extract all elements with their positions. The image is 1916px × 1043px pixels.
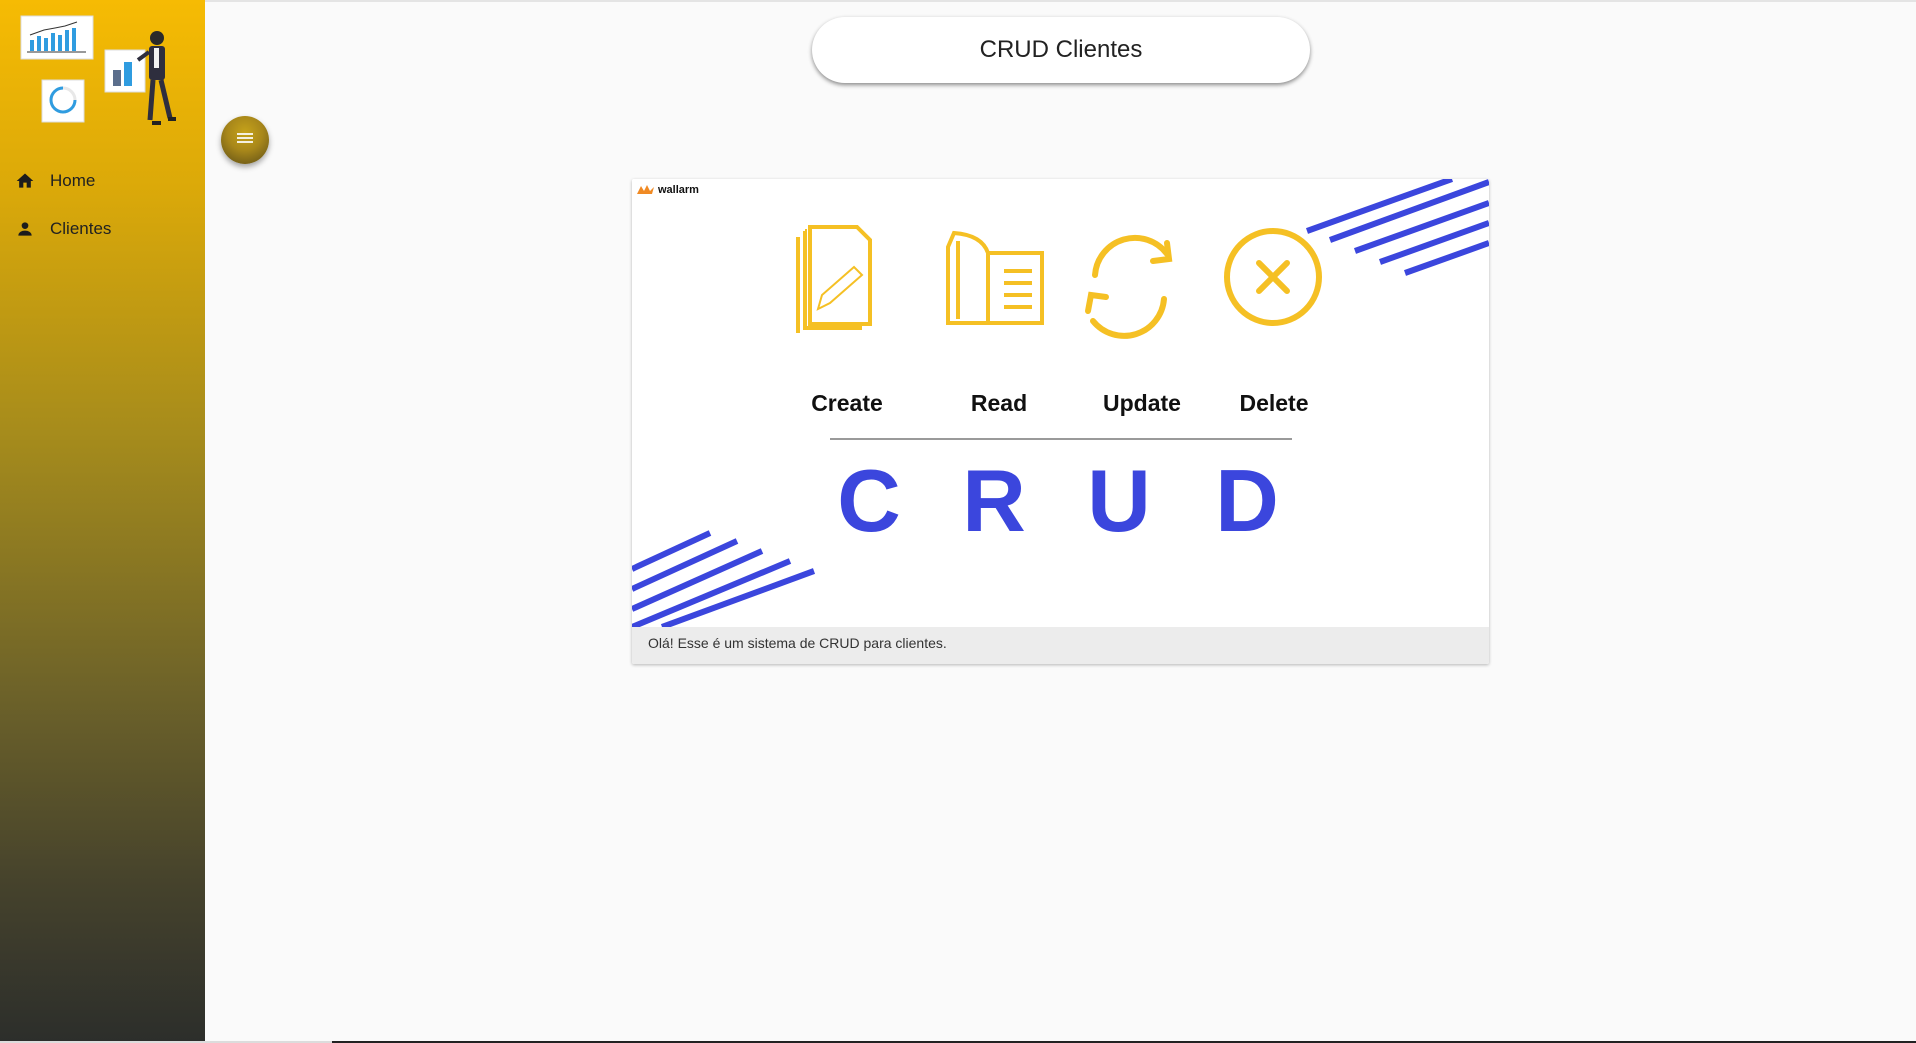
crud-banner-image: wallarm Create Read Update Delete C R U … — [632, 179, 1489, 627]
decorative-stripes-top — [1305, 179, 1489, 276]
sidebar-item-home[interactable]: Home — [14, 166, 95, 196]
brand-name: wallarm — [657, 184, 699, 196]
card-caption: Olá! Esse é um sistema de CRUD para clie… — [632, 627, 1489, 664]
top-border — [0, 0, 1916, 2]
operation-read-label: Read — [971, 390, 1027, 416]
menu-toggle-button[interactable] — [221, 116, 269, 164]
page-title: CRUD Clientes — [812, 17, 1310, 83]
crud-letter-d: D — [1215, 451, 1279, 550]
operation-update-label: Update — [1103, 390, 1181, 416]
sidebar-item-label: Home — [50, 171, 96, 190]
sidebar-illustration — [20, 15, 176, 125]
person-icon — [14, 218, 36, 240]
operation-create-label: Create — [811, 390, 883, 416]
sidebar-item-label: Clientes — [50, 219, 112, 238]
refresh-icon — [1085, 234, 1173, 339]
sidebar: Home Clientes — [0, 0, 205, 1043]
document-pen-icon — [796, 225, 872, 333]
crud-letter-c: C — [837, 451, 901, 550]
sidebar-item-clientes[interactable]: Clientes — [14, 214, 111, 244]
operation-delete-label: Delete — [1239, 390, 1308, 416]
open-book-icon — [946, 230, 1044, 325]
menu-icon — [235, 130, 255, 151]
wallarm-logo-icon — [637, 185, 654, 194]
delete-circle-icon — [1224, 228, 1322, 326]
crud-letter-u: U — [1087, 451, 1151, 550]
crud-letter-r: R — [962, 451, 1026, 550]
decorative-stripes-bottom — [632, 530, 816, 627]
crud-card: wallarm Create Read Update Delete C R U … — [632, 179, 1489, 664]
home-icon — [14, 170, 36, 192]
